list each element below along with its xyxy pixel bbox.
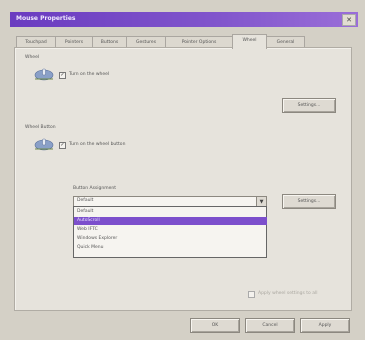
dropdown-option[interactable]: Default bbox=[74, 208, 267, 216]
button-assignment-value: Default bbox=[77, 198, 94, 203]
wheel-button-settings-button[interactable]: Settings... bbox=[282, 194, 336, 209]
mouse-wheel-icon bbox=[34, 68, 54, 81]
dropdown-option-highlighted[interactable]: AutoScroll bbox=[74, 217, 267, 225]
tab-wheel[interactable]: Wheel bbox=[232, 34, 267, 49]
mouse-properties-dialog: Mouse Properties ✕ Touchpad Pointers But… bbox=[0, 0, 365, 340]
wheel-group-label: Wheel bbox=[25, 55, 40, 60]
apply-button[interactable]: Apply bbox=[300, 318, 350, 333]
dropdown-option[interactable]: Quick Menu bbox=[74, 244, 267, 252]
mouse-button-icon bbox=[34, 138, 54, 151]
tab-strip: Touchpad Pointers Buttons Gestures Point… bbox=[16, 34, 336, 49]
window-title: Mouse Properties bbox=[16, 15, 76, 22]
turn-on-wheel-label: Turn on the wheel bbox=[69, 72, 110, 77]
button-assignment-label: Button Assignment bbox=[73, 186, 116, 191]
apply-all-checkbox[interactable] bbox=[248, 291, 255, 298]
ok-button[interactable]: OK bbox=[190, 318, 240, 333]
wheel-settings-button[interactable]: Settings... bbox=[282, 98, 336, 113]
turn-on-wheel-checkbox[interactable]: ✓ bbox=[59, 72, 66, 79]
title-bar[interactable]: Mouse Properties ✕ bbox=[10, 12, 358, 27]
wheel-button-group-label: Wheel Button bbox=[25, 125, 56, 130]
turn-on-wheel-button-label: Turn on the wheel button bbox=[69, 142, 126, 147]
cancel-button[interactable]: Cancel bbox=[245, 318, 295, 333]
apply-all-label: Apply wheel settings to all bbox=[258, 291, 318, 296]
close-icon[interactable]: ✕ bbox=[342, 14, 356, 26]
button-assignment-dropdown-list: Default AutoScroll Web IFTC Windows Expl… bbox=[73, 206, 267, 258]
turn-on-wheel-button-checkbox[interactable]: ✓ bbox=[59, 142, 66, 149]
dropdown-option[interactable]: Web IFTC bbox=[74, 226, 267, 234]
wheel-tab-panel: Wheel ✓ Turn on the wheel Settings... Wh… bbox=[14, 47, 352, 311]
dropdown-option[interactable]: Windows Explorer bbox=[74, 235, 267, 243]
